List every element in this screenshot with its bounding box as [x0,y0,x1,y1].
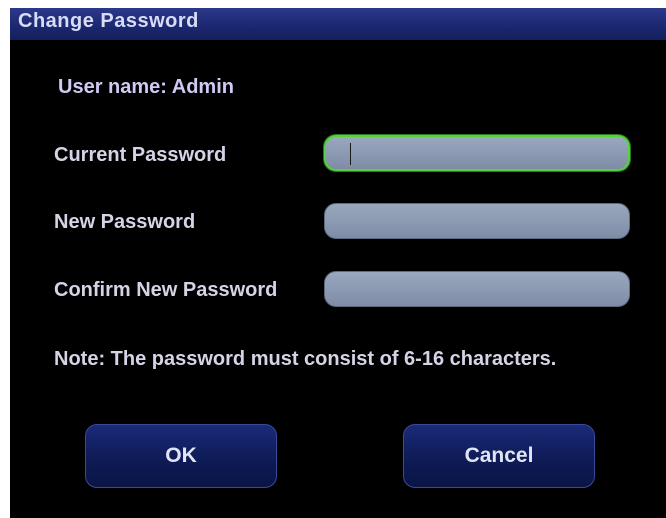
title-bar: Change Password [10,8,666,40]
cancel-button-label: Cancel [464,444,534,467]
user-name-label: User name: Admin [58,76,234,98]
current-password-label: Current Password [54,144,227,166]
ok-button[interactable]: OK [85,424,277,488]
confirm-password-input[interactable] [324,271,630,307]
dialog-title: Change Password [18,10,199,32]
confirm-password-label: Confirm New Password [54,279,278,301]
password-rule-note: Note: The password must consist of 6-16 … [54,348,557,370]
text-caret [350,143,351,165]
change-password-dialog: Change Password User name: Admin Current… [10,8,666,518]
ok-button-label: OK [165,444,197,467]
new-password-input[interactable] [324,203,630,239]
cancel-button[interactable]: Cancel [403,424,595,488]
current-password-input[interactable] [324,135,630,171]
new-password-label: New Password [54,211,196,233]
